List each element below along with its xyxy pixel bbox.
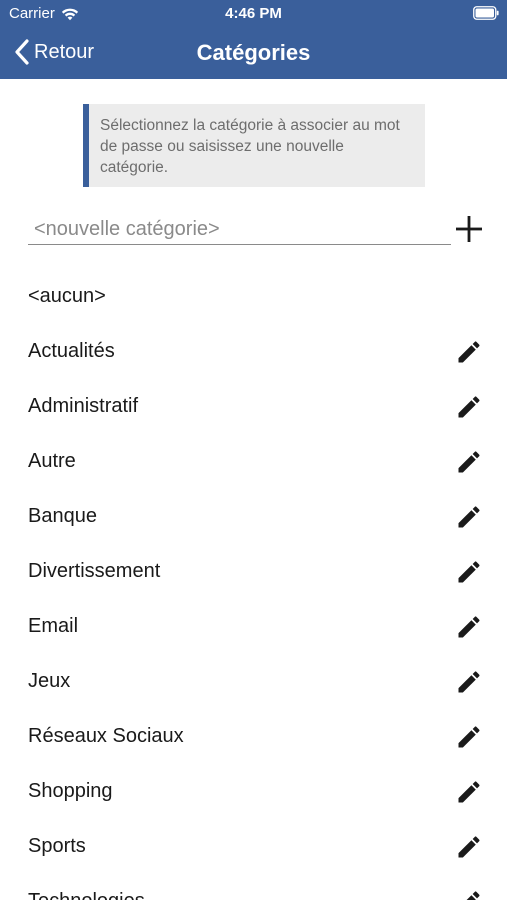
category-label: Actualités xyxy=(28,340,115,362)
category-row[interactable]: Shopping xyxy=(0,765,507,820)
category-row[interactable]: Actualités xyxy=(0,325,507,380)
pencil-icon[interactable] xyxy=(455,613,483,641)
status-time: 4:46 PM xyxy=(225,5,282,22)
category-row[interactable]: Banque xyxy=(0,490,507,545)
pencil-icon[interactable] xyxy=(455,393,483,421)
category-row[interactable]: Réseaux Sociaux xyxy=(0,710,507,765)
pencil-icon[interactable] xyxy=(455,778,483,806)
category-label: Email xyxy=(28,615,79,637)
page-title: Catégories xyxy=(196,40,311,65)
category-row[interactable]: Sports xyxy=(0,820,507,875)
navigation-bar: Retour Catégories xyxy=(0,28,507,79)
category-list: <aucun> Actualités Administratif Autre Banqu… xyxy=(0,270,507,900)
category-label: Banque xyxy=(28,505,97,527)
category-row[interactable]: <aucun> xyxy=(0,270,507,325)
category-row[interactable]: Technologies xyxy=(0,875,507,900)
new-category-row xyxy=(28,214,485,248)
category-label: Jeux xyxy=(28,670,71,692)
category-label: Réseaux Sociaux xyxy=(28,725,184,747)
pencil-icon[interactable] xyxy=(455,338,483,366)
pencil-icon[interactable] xyxy=(455,558,483,586)
battery-icon xyxy=(473,6,499,20)
pencil-icon[interactable] xyxy=(455,448,483,476)
pencil-icon[interactable] xyxy=(455,888,483,900)
categories-screen: Carrier 4:46 PM Retour Catégories Sélect… xyxy=(0,0,507,900)
info-message: Sélectionnez la catégorie à associer au … xyxy=(83,104,425,187)
plus-icon[interactable] xyxy=(454,214,484,244)
category-label: Autre xyxy=(28,450,76,472)
pencil-icon[interactable] xyxy=(455,668,483,696)
category-row[interactable]: Divertissement xyxy=(0,545,507,600)
status-bar: Carrier 4:46 PM xyxy=(0,0,507,28)
category-label: Sports xyxy=(28,835,86,857)
category-label: Technologies xyxy=(28,890,145,900)
category-label: Shopping xyxy=(28,780,113,802)
category-label: <aucun> xyxy=(28,285,106,307)
header: Carrier 4:46 PM Retour Catégories xyxy=(0,0,507,79)
category-row[interactable]: Jeux xyxy=(0,655,507,710)
new-category-input[interactable] xyxy=(28,214,451,245)
category-row[interactable]: Autre xyxy=(0,435,507,490)
category-row[interactable]: Administratif xyxy=(0,380,507,435)
pencil-icon[interactable] xyxy=(455,503,483,531)
pencil-icon[interactable] xyxy=(455,833,483,861)
category-row[interactable]: Email xyxy=(0,600,507,655)
category-label: Administratif xyxy=(28,395,139,417)
category-label: Divertissement xyxy=(28,560,161,582)
pencil-icon[interactable] xyxy=(455,723,483,751)
